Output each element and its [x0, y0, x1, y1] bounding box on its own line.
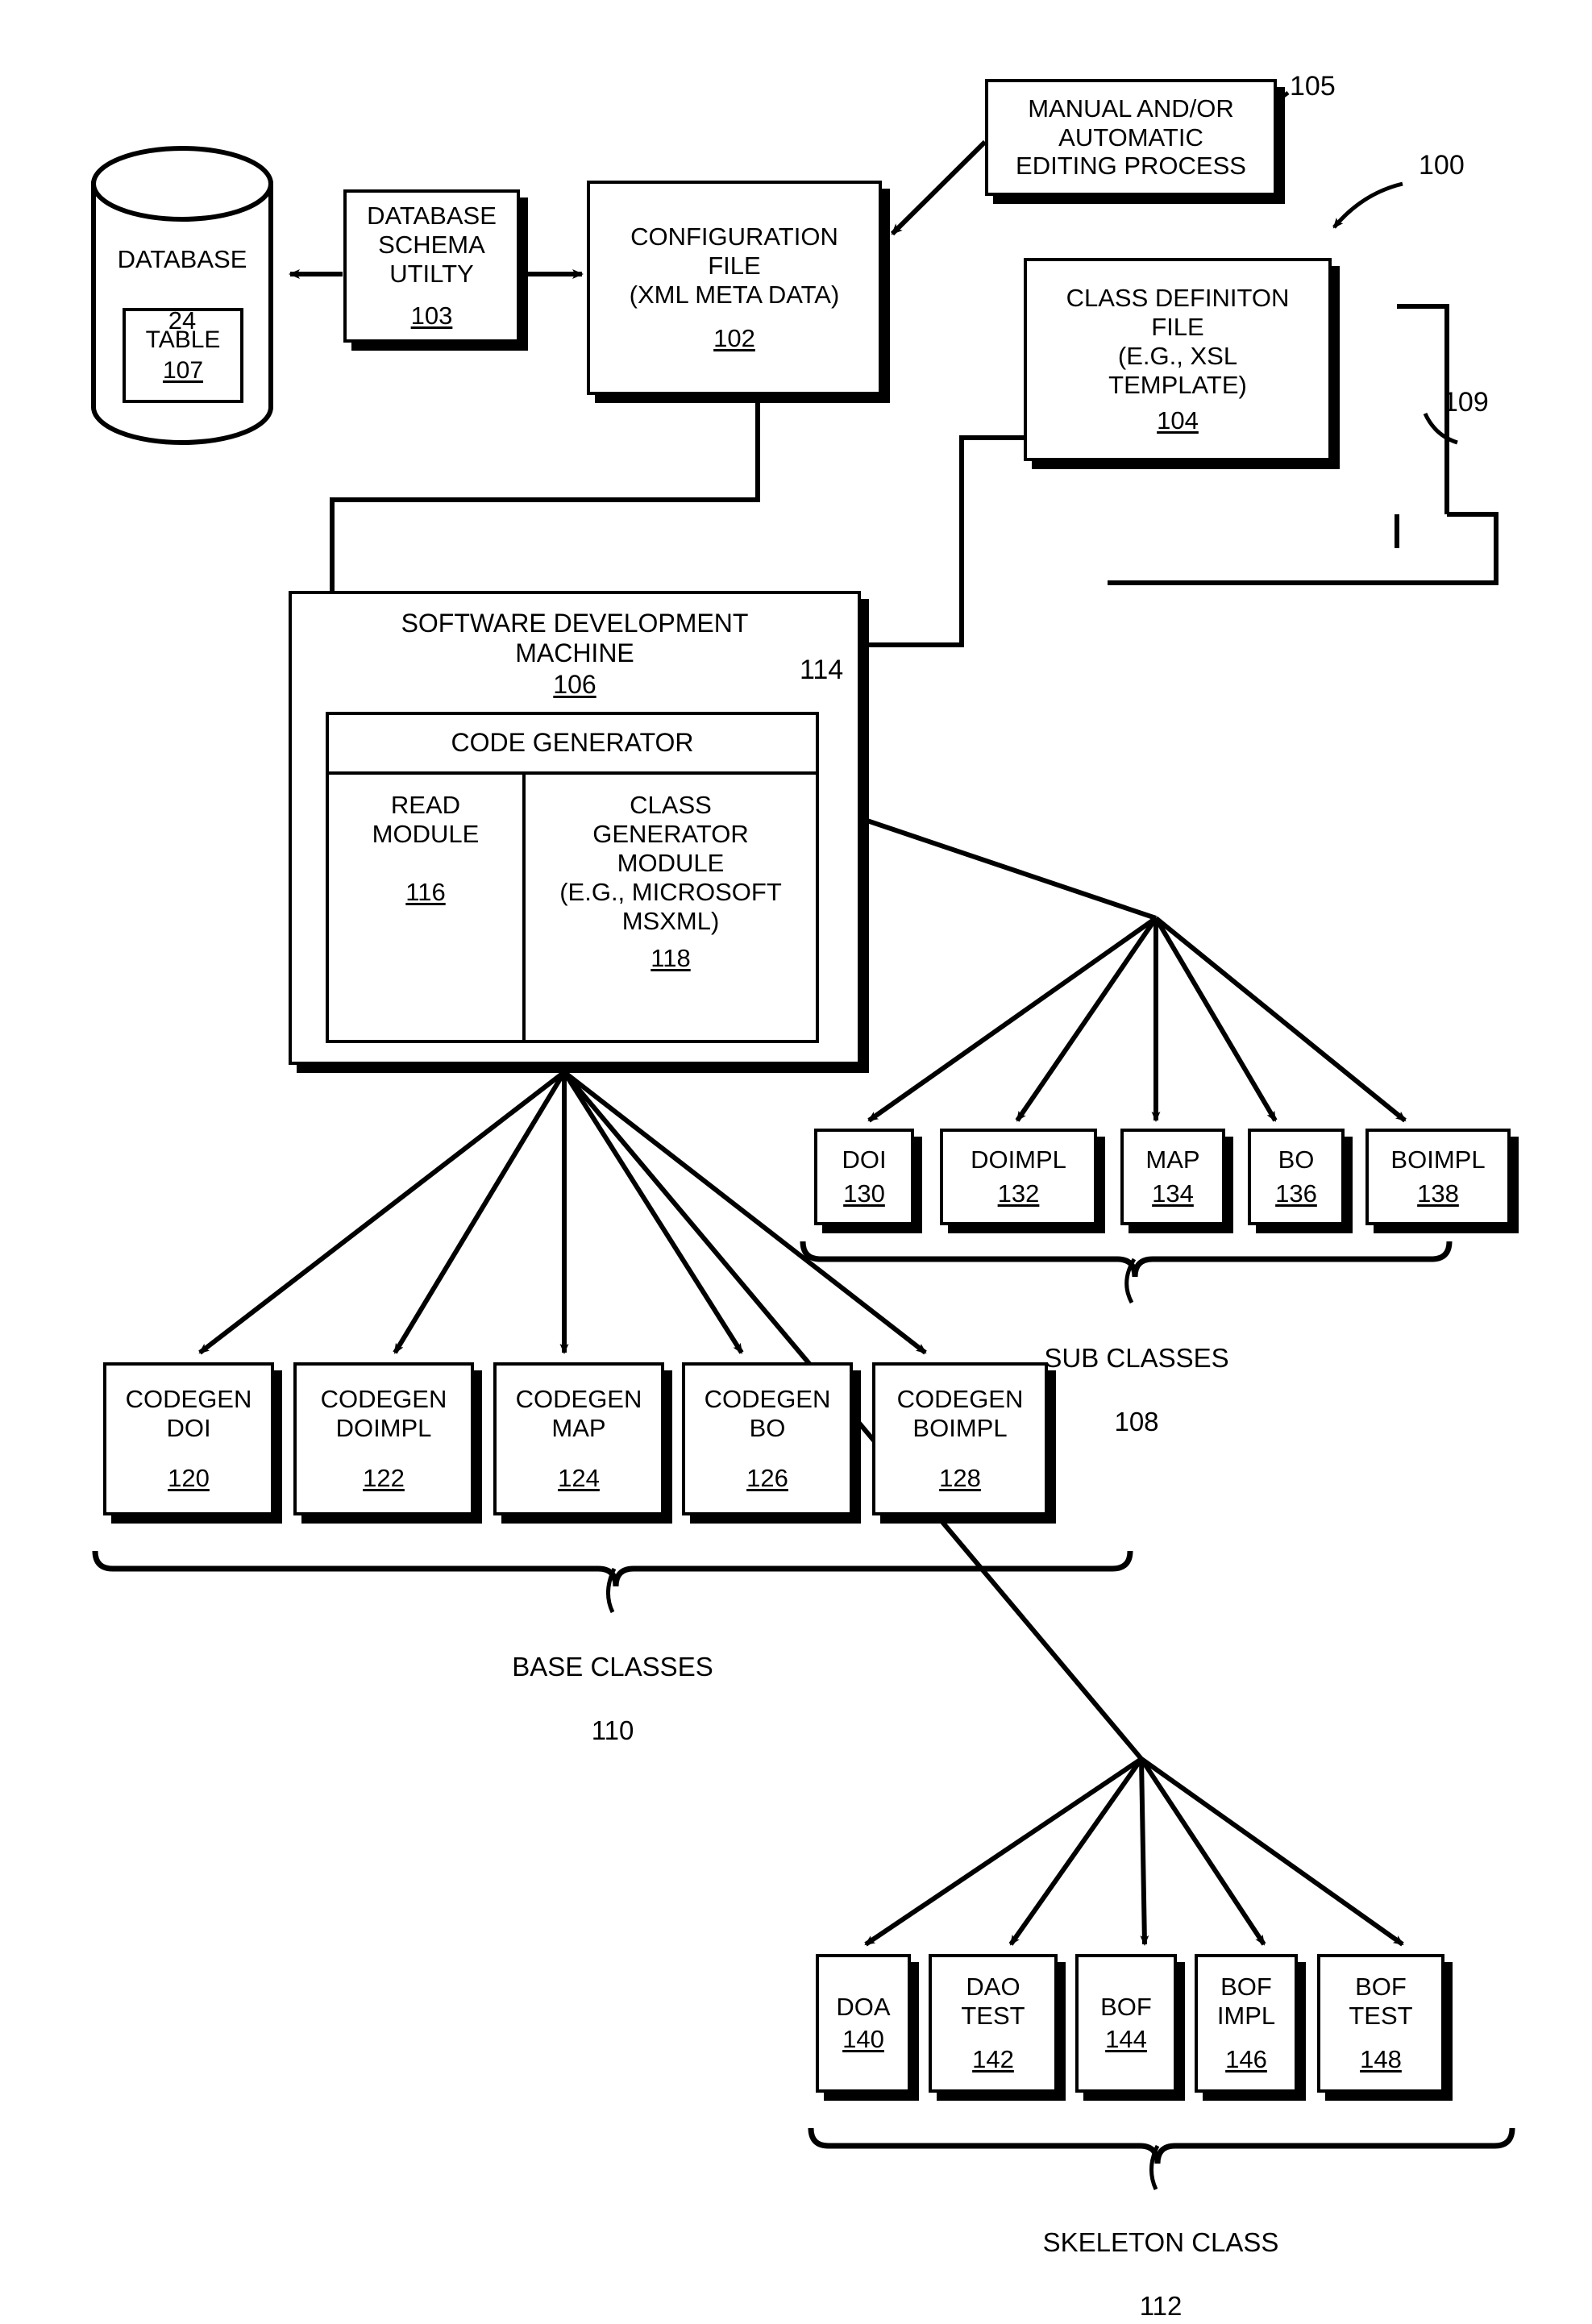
base-class-label: CODEGEN DOI: [125, 1385, 252, 1443]
config-file-num: 102: [713, 323, 755, 352]
read-module-num: 116: [405, 877, 446, 906]
skeleton-class-group-label: SKELETON CLASS 112: [1028, 2194, 1294, 2324]
sub-class-node[interactable]: BO 136: [1248, 1129, 1345, 1225]
sub-class-label: BOIMPL: [1390, 1145, 1486, 1174]
base-classes-group-label: BASE CLASSES 110: [484, 1619, 742, 1778]
skeleton-class-node[interactable]: BOF TEST 148: [1317, 1954, 1444, 2093]
arrow-editing-to-config: [890, 139, 987, 236]
base-class-num: 128: [939, 1463, 981, 1492]
class-generator-module-label: CLASS GENERATOR MODULE (E.G., MICROSOFT …: [559, 791, 782, 935]
brace-skeleton-class: [808, 2127, 1515, 2164]
sub-class-node[interactable]: MAP 134: [1120, 1129, 1225, 1225]
skeleton-class-num: 146: [1225, 2044, 1267, 2073]
base-class-num: 124: [558, 1463, 600, 1492]
database-title: DATABASE: [117, 245, 247, 273]
sw-dev-machine-num: 106: [553, 670, 596, 700]
base-class-node[interactable]: CODEGEN DOIMPL 122: [293, 1362, 474, 1515]
skeleton-class-node[interactable]: DOA 140: [816, 1954, 911, 2093]
sub-classes-group-text: SUB CLASSES: [1044, 1342, 1229, 1373]
config-file-node[interactable]: CONFIGURATION FILE (XML META DATA) 102: [587, 181, 882, 395]
sub-class-label: DOIMPL: [971, 1145, 1066, 1174]
code-generator-body: READ MODULE 116 CLASS GENERATOR MODULE (…: [329, 775, 816, 1040]
ref-105: 105: [1290, 71, 1336, 102]
code-generator-header: CODE GENERATOR: [329, 715, 816, 775]
skeleton-class-label: BOF IMPL: [1216, 1973, 1276, 2031]
skeleton-class-label: DOA: [836, 1993, 891, 2022]
skeleton-class-node[interactable]: BOF IMPL 146: [1195, 1954, 1298, 2093]
base-classes-group-text: BASE CLASSES: [512, 1651, 713, 1682]
base-class-num: 122: [363, 1463, 405, 1492]
skeleton-class-num: 140: [842, 2025, 884, 2053]
fan-skeletonclasses: [864, 1757, 1404, 1947]
patent-figure-diagram: DATABASE 24 TABLE 107 DATABASE SCHEMA UT…: [0, 0, 1592, 2324]
skeleton-class-num: 142: [972, 2044, 1014, 2073]
ref-109: 109: [1443, 387, 1489, 418]
sw-dev-machine-label: SOFTWARE DEVELOPMENT MACHINE: [401, 609, 749, 668]
skeleton-class-group-text: SKELETON CLASS: [1042, 2226, 1279, 2257]
skeleton-class-label: DAO TEST: [961, 1973, 1025, 2031]
sub-classes-group-label: SUB CLASSES 108: [1008, 1310, 1266, 1470]
editing-process-node[interactable]: MANUAL AND/OR AUTOMATIC EDITING PROCESS: [985, 79, 1277, 196]
skeleton-class-node[interactable]: BOF 144: [1075, 1954, 1177, 2093]
class-def-file-label: CLASS DEFINITON FILE (E.G., XSL TEMPLATE…: [1066, 284, 1290, 399]
read-module-node[interactable]: READ MODULE 116: [329, 775, 526, 1040]
sub-class-label: MAP: [1145, 1145, 1200, 1174]
sub-class-num: 138: [1417, 1179, 1459, 1208]
class-generator-module-num: 118: [651, 943, 691, 972]
skeleton-class-num: 148: [1360, 2044, 1402, 2073]
fan-subclasses: [847, 812, 1407, 1123]
base-class-node[interactable]: CODEGEN MAP 124: [493, 1362, 664, 1515]
editing-process-label: MANUAL AND/OR AUTOMATIC EDITING PROCESS: [1016, 94, 1246, 181]
base-class-label: CODEGEN DOIMPL: [320, 1385, 447, 1443]
sub-classes-group-num: 108: [1114, 1406, 1159, 1436]
skeleton-class-group-num: 112: [1139, 2290, 1183, 2321]
db-schema-utility-node[interactable]: DATABASE SCHEMA UTILTY 103: [343, 189, 520, 343]
sub-class-num: 132: [997, 1179, 1040, 1208]
db-schema-utility-num: 103: [410, 301, 453, 330]
ref-114: 114: [800, 655, 844, 685]
base-class-label: CODEGEN BOIMPL: [896, 1385, 1024, 1443]
skeleton-class-num: 144: [1105, 2025, 1147, 2053]
class-def-file-num: 104: [1157, 405, 1199, 434]
base-class-label: CODEGEN MAP: [515, 1385, 642, 1443]
sub-class-node[interactable]: BOIMPL 138: [1365, 1129, 1511, 1225]
skeleton-class-label: BOF TEST: [1349, 1973, 1413, 2031]
skeleton-class-label: BOF: [1100, 1993, 1152, 2022]
sub-class-label: BO: [1278, 1145, 1315, 1174]
sub-class-num: 136: [1275, 1179, 1317, 1208]
db-schema-utility-label: DATABASE SCHEMA UTILTY: [367, 202, 497, 288]
database-label: DATABASE 24: [94, 216, 271, 364]
sub-class-node[interactable]: DOI 130: [814, 1129, 914, 1225]
code-generator-node[interactable]: CODE GENERATOR READ MODULE 116 CLASS GEN…: [326, 712, 819, 1043]
class-generator-module-node[interactable]: CLASS GENERATOR MODULE (E.G., MICROSOFT …: [526, 775, 816, 1040]
base-class-num: 120: [168, 1463, 210, 1492]
base-class-label: CODEGEN BO: [704, 1385, 831, 1443]
config-file-label: CONFIGURATION FILE (XML META DATA): [629, 222, 840, 309]
brace-sub-classes: [800, 1241, 1453, 1278]
sub-class-node[interactable]: DOIMPL 132: [940, 1129, 1097, 1225]
base-class-node[interactable]: CODEGEN BO 126: [682, 1362, 853, 1515]
leader-100: [1332, 181, 1403, 229]
base-classes-group-num: 110: [591, 1715, 634, 1745]
sub-class-num: 134: [1152, 1179, 1194, 1208]
base-class-num: 126: [746, 1463, 788, 1492]
database-num: 24: [168, 306, 197, 335]
sub-class-label: DOI: [842, 1145, 887, 1174]
read-module-label: READ MODULE: [372, 791, 480, 848]
skeleton-class-node[interactable]: DAO TEST 142: [929, 1954, 1058, 2093]
sub-class-num: 130: [843, 1179, 885, 1208]
code-generator-label: CODE GENERATOR: [451, 728, 694, 758]
base-class-node[interactable]: CODEGEN DOI 120: [103, 1362, 274, 1515]
class-def-file-node[interactable]: CLASS DEFINITON FILE (E.G., XSL TEMPLATE…: [1024, 258, 1332, 461]
ref-100: 100: [1419, 150, 1465, 181]
